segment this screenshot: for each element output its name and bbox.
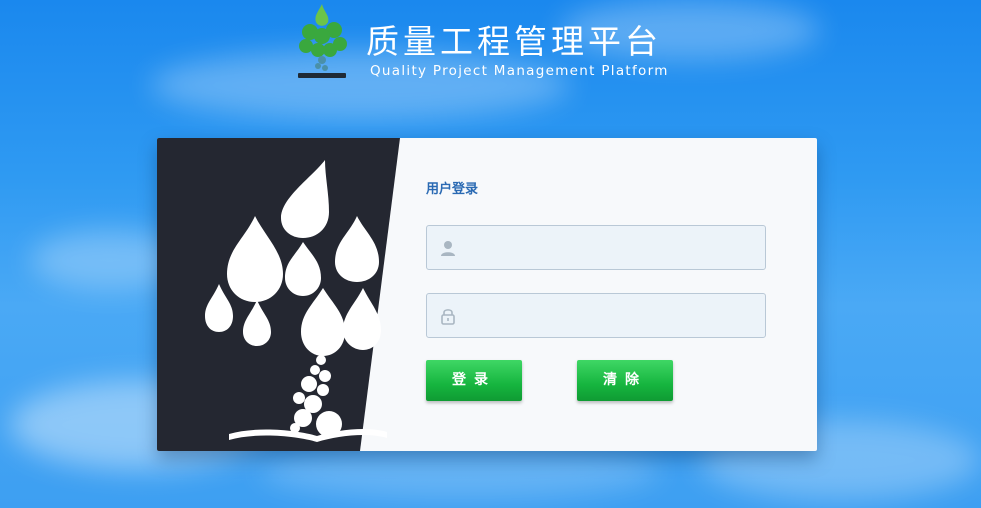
login-title: 用户登录	[426, 182, 479, 197]
password-input[interactable]	[465, 294, 764, 339]
header: 质量工程管理平台 Quality Project Management Plat…	[292, 2, 692, 82]
clear-button[interactable]: 清除	[577, 360, 673, 401]
login-form: 用户登录 登录 清除	[426, 138, 817, 451]
app-subtitle: Quality Project Management Platform	[370, 63, 669, 79]
tree-logo-icon	[298, 4, 347, 78]
app-title: 质量工程管理平台	[366, 22, 662, 61]
user-icon	[441, 241, 455, 256]
username-input[interactable]	[465, 226, 764, 271]
login-button[interactable]: 登录	[426, 360, 522, 401]
login-panel: 用户登录 登录 清除	[157, 138, 817, 451]
username-field[interactable]	[426, 225, 766, 271]
panel-illustration	[157, 138, 400, 451]
lock-icon	[441, 309, 455, 325]
password-field[interactable]	[426, 293, 766, 339]
